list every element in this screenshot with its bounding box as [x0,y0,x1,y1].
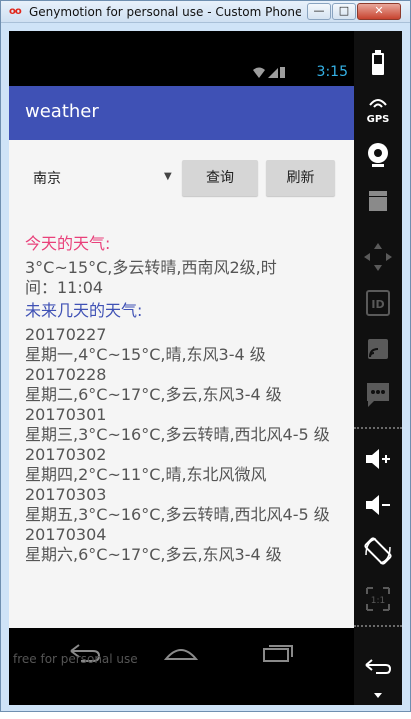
forecast-detail: 星期三,3°C~16°C,多云转晴,西北风4-5 级 [25,425,330,444]
rotate-screen-icon[interactable] [354,531,402,571]
volume-up-icon[interactable] [354,439,402,479]
maximize-button[interactable]: □ [332,3,356,20]
genymotion-sidebar: GPS ID 1:1 [354,31,402,705]
window-title: Genymotion for personal use - Custom Pho… [29,5,301,19]
forecast-date: 20170301 [25,405,107,424]
window-titlebar[interactable]: oo Genymotion for personal use - Custom … [1,1,410,23]
forecast-detail: 星期二,6°C~17°C,多云,东风3-4 级 [25,385,282,404]
gps-label: GPS [367,114,390,125]
home-icon[interactable] [164,643,198,663]
scroll-down-arrow-icon[interactable] [354,679,402,719]
chat-sms-icon[interactable] [354,375,402,415]
forecast-date: 20170227 [25,325,107,344]
forecast-detail: 星期五,3°C~16°C,多云转晴,西北风4-5 级 [25,505,330,524]
webcam-icon[interactable] [354,135,402,175]
city-spinner[interactable]: 南京 ▼ [23,160,178,196]
gps-icon[interactable]: GPS [354,89,402,129]
personal-use-watermark: free for personal use [13,652,138,666]
dpad-icon[interactable] [354,237,402,277]
status-time: 3:15 [316,64,348,80]
sidebar-divider [354,625,402,627]
refresh-button[interactable]: 刷新 [266,160,335,196]
wifi-signal-battery-icon [253,67,285,78]
query-button[interactable]: 查询 [182,160,258,196]
pixel-scale-icon[interactable]: 1:1 [354,579,402,619]
device-id-label: ID [371,298,384,311]
recent-apps-icon[interactable] [261,643,295,663]
close-window-button[interactable]: ✕ [357,3,401,20]
forecast-date: 20170303 [25,485,107,504]
device-id-icon[interactable]: ID [354,283,402,323]
genymotion-logo-icon: oo [9,6,22,17]
today-weather-line1: 3°C~15°C,多云转晴,西南风2级,时 [25,258,277,277]
forecast-detail: 星期一,4°C~15°C,晴,东风3-4 级 [25,345,266,364]
future-header: 未来几天的天气: [25,301,143,320]
android-device-screen: 3:15 weather 南京 ▼ 查询 刷新 今天的天气: 3°C~15°C,… [9,31,354,705]
weather-content: 南京 ▼ 查询 刷新 今天的天气: 3°C~15°C,多云转晴,西南风2级,时 … [9,140,354,628]
forecast-detail: 星期四,2°C~11°C,晴,东北风微风 [25,465,267,484]
sidebar-divider [354,427,402,429]
status-bar: 3:15 [9,59,354,85]
app-title: weather [25,101,99,122]
city-spinner-value: 南京 [33,171,61,187]
forecast-date: 20170304 [25,525,107,544]
today-weather-line2: 间：11:04 [25,278,104,297]
forecast-date: 20170302 [25,445,107,464]
forecast-detail: 星期六,6°C~17°C,多云,东风3-4 级 [25,545,282,564]
emulator-window: oo Genymotion for personal use - Custom … [0,0,411,712]
capture-clapper-icon[interactable] [354,181,402,221]
battery-icon[interactable] [354,43,402,83]
volume-down-icon[interactable] [354,485,402,525]
dropdown-caret-icon: ▼ [164,171,172,182]
today-header: 今天的天气: [25,234,111,253]
pixel-scale-label: 1:1 [371,596,385,606]
app-bar: weather [9,86,354,140]
minimize-button[interactable]: — [307,3,331,20]
cast-icon[interactable] [354,329,402,369]
android-nav-bar: free for personal use [9,628,354,705]
forecast-date: 20170228 [25,365,107,384]
